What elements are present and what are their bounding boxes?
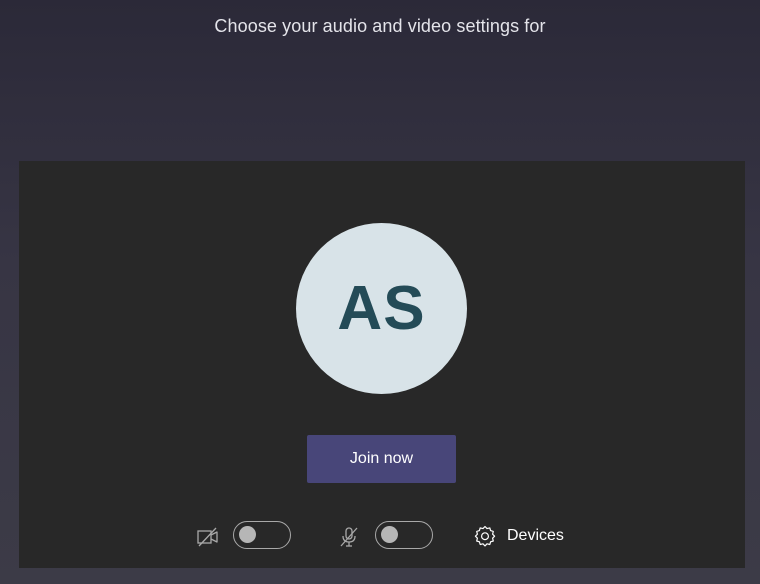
device-controls: Devices — [19, 517, 745, 557]
microphone-toggle[interactable] — [375, 521, 433, 549]
devices-label: Devices — [507, 527, 564, 544]
avatar: AS — [296, 223, 467, 394]
camera-off-icon — [197, 527, 218, 547]
camera-toggle-knob — [239, 526, 256, 543]
microphone-toggle-knob — [381, 526, 398, 543]
join-now-button[interactable]: Join now — [307, 435, 456, 483]
camera-toggle[interactable] — [233, 521, 291, 549]
mic-off-icon — [340, 527, 358, 547]
page-title: Choose your audio and video settings for — [214, 16, 546, 36]
video-preview: AS Join now Devices — [19, 161, 745, 568]
devices-button[interactable]: Devices — [473, 523, 564, 549]
gear-icon — [474, 525, 496, 547]
